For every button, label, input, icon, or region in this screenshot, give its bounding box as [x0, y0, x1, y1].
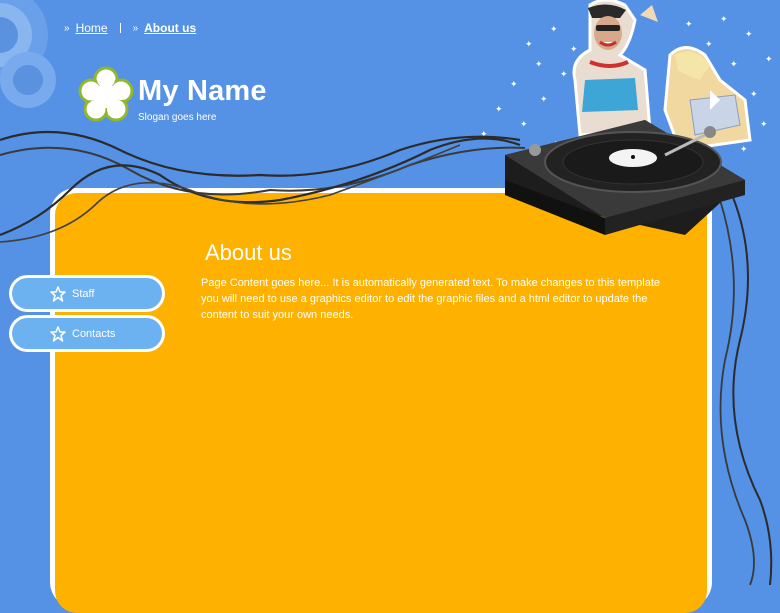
- breadcrumb-item-about: » About us: [133, 21, 197, 35]
- star-icon: [50, 285, 66, 302]
- about-us-link[interactable]: About us: [144, 21, 196, 35]
- content-panel: [55, 193, 707, 613]
- turntable-image: [505, 120, 745, 235]
- sidebar-item-contacts[interactable]: Contacts: [9, 315, 165, 352]
- page-body-text: Page Content goes here... It is automati…: [201, 277, 661, 321]
- site-title: My Name: [138, 75, 267, 107]
- sidebar-item-label: Staff: [72, 287, 95, 300]
- chevron-right-icon: »: [64, 22, 70, 34]
- sidebar-item-label: Contacts: [72, 327, 116, 340]
- breadcrumb-divider: [119, 23, 121, 33]
- flower-logo-icon: [78, 66, 134, 122]
- page-title: About us: [205, 240, 292, 265]
- breadcrumb-item-home: » Home: [64, 21, 108, 35]
- sidebar-item-staff[interactable]: Staff: [9, 275, 165, 312]
- chevron-right-icon: »: [132, 22, 139, 34]
- breadcrumb: » Home » About us: [64, 20, 196, 36]
- site-slogan: Slogan goes here: [138, 112, 217, 123]
- home-link[interactable]: Home: [76, 21, 108, 35]
- star-icon: [50, 325, 66, 342]
- decorative-circles: [0, 0, 56, 108]
